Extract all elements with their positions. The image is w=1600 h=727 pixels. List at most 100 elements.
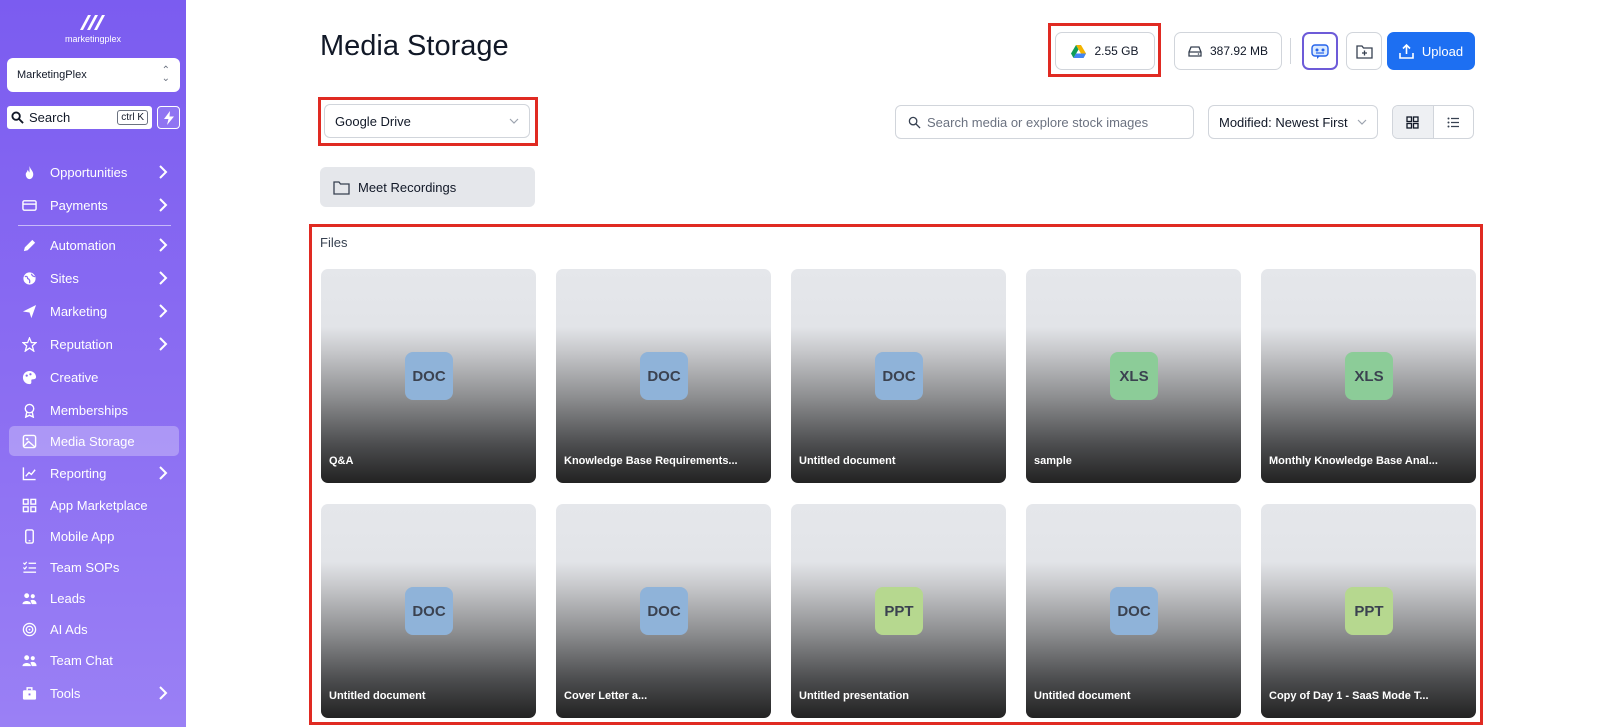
file-type-badge: DOC bbox=[405, 587, 453, 635]
sidebar-item-label: Reporting bbox=[50, 465, 107, 481]
file-card[interactable]: XLS sample bbox=[1026, 269, 1241, 483]
upload-icon bbox=[1399, 43, 1414, 59]
search-icon bbox=[11, 111, 24, 124]
target-icon bbox=[21, 621, 37, 637]
file-type-badge: PPT bbox=[875, 587, 923, 635]
grid-icon bbox=[21, 497, 37, 513]
folder-icon bbox=[333, 180, 350, 195]
file-card[interactable]: PPT Untitled presentation bbox=[791, 504, 1006, 718]
sidebar-item-label: Tools bbox=[50, 685, 81, 701]
sidebar-item-label: App Marketplace bbox=[50, 497, 148, 513]
chevron-right-icon bbox=[159, 686, 168, 700]
storage-source-value: Google Drive bbox=[335, 113, 411, 129]
local-usage-value: 387.92 MB bbox=[1209, 44, 1269, 58]
sort-select[interactable]: Modified: Newest First bbox=[1208, 105, 1378, 139]
send-icon bbox=[21, 303, 37, 319]
sidebar-item-label: Team Chat bbox=[50, 652, 113, 668]
sidebar-item-label: Opportunities bbox=[50, 164, 128, 180]
file-name: Untitled presentation bbox=[799, 690, 910, 702]
sidebar-item-mobile-app[interactable]: Mobile App bbox=[9, 521, 179, 551]
quick-action-button[interactable] bbox=[157, 106, 180, 129]
award-icon bbox=[21, 402, 37, 418]
media-search-placeholder: Search media or explore stock images bbox=[927, 114, 1149, 130]
file-card[interactable]: DOC Q&A bbox=[321, 269, 536, 483]
sidebar-item-app-marketplace[interactable]: App Marketplace bbox=[9, 490, 179, 520]
file-card[interactable]: PPT Copy of Day 1 - SaaS Mode T... bbox=[1261, 504, 1476, 718]
logo-icon bbox=[80, 15, 105, 30]
drive-usage-value: 2.55 GB bbox=[1094, 44, 1139, 58]
chevron-right-icon bbox=[159, 271, 168, 285]
users-icon bbox=[21, 652, 37, 668]
file-name: Untitled document bbox=[329, 690, 426, 702]
shortcut-hint: ctrl K bbox=[117, 110, 148, 125]
sidebar-item-label: Memberships bbox=[50, 402, 129, 418]
hard-drive-icon bbox=[1188, 45, 1202, 57]
image-icon bbox=[21, 433, 37, 449]
bot-icon bbox=[1311, 44, 1329, 59]
sidebar-item-marketing[interactable]: Marketing bbox=[9, 296, 179, 326]
sidebar-item-sites[interactable]: Sites bbox=[9, 263, 179, 293]
drive-usage-button[interactable]: 2.55 GB bbox=[1055, 32, 1155, 70]
sidebar-item-reputation[interactable]: Reputation bbox=[9, 329, 179, 359]
sidebar-item-memberships[interactable]: Memberships bbox=[9, 395, 179, 425]
upload-label: Upload bbox=[1421, 43, 1464, 59]
sidebar: marketingplex MarketingPlex ⌃ ⌄ Search ct… bbox=[0, 0, 186, 727]
file-card[interactable]: DOC Untitled document bbox=[1026, 504, 1241, 718]
sidebar-item-label: Mobile App bbox=[50, 528, 115, 544]
sidebar-item-label: Payments bbox=[50, 197, 108, 213]
list-view-button[interactable] bbox=[1434, 106, 1474, 138]
sidebar-item-opportunities[interactable]: Opportunities bbox=[9, 157, 179, 187]
chevron-right-icon bbox=[159, 238, 168, 252]
sidebar-item-label: AI Ads bbox=[50, 621, 88, 637]
globe-icon bbox=[21, 270, 37, 286]
account-switcher[interactable]: MarketingPlex ⌃ ⌄ bbox=[7, 58, 180, 92]
sidebar-item-media-storage[interactable]: Media Storage bbox=[9, 426, 179, 456]
palette-icon bbox=[21, 369, 37, 385]
sidebar-item-ai-ads[interactable]: AI Ads bbox=[9, 614, 179, 644]
flame-icon bbox=[21, 164, 37, 180]
sidebar-item-creative[interactable]: Creative bbox=[9, 362, 179, 392]
sidebar-item-team-sops[interactable]: Team SOPs bbox=[9, 552, 179, 582]
folder-item[interactable]: Meet Recordings bbox=[320, 167, 535, 207]
file-card[interactable]: DOC Untitled document bbox=[791, 269, 1006, 483]
chevron-right-icon bbox=[159, 337, 168, 351]
sidebar-item-label: Creative bbox=[50, 369, 99, 385]
chevron-right-icon bbox=[159, 466, 168, 480]
sort-value: Modified: Newest First bbox=[1219, 114, 1348, 130]
sidebar-item-team-chat[interactable]: Team Chat bbox=[9, 645, 179, 675]
list-icon bbox=[1447, 117, 1459, 127]
file-card[interactable]: DOC Untitled document bbox=[321, 504, 536, 718]
file-card[interactable]: DOC Cover Letter a... bbox=[556, 504, 771, 718]
new-folder-button[interactable] bbox=[1346, 32, 1382, 70]
briefcase-icon bbox=[21, 685, 37, 701]
storage-source-select[interactable]: Google Drive bbox=[324, 104, 530, 138]
sidebar-item-leads[interactable]: Leads bbox=[9, 583, 179, 613]
sidebar-item-payments[interactable]: Payments bbox=[9, 190, 179, 220]
sidebar-search-label: Search bbox=[29, 110, 71, 125]
account-name: MarketingPlex bbox=[17, 69, 87, 81]
media-search-input[interactable]: Search media or explore stock images bbox=[895, 105, 1194, 139]
sidebar-item-label: Sites bbox=[50, 270, 79, 286]
google-drive-icon bbox=[1071, 44, 1087, 58]
file-name: Copy of Day 1 - SaaS Mode T... bbox=[1269, 690, 1429, 702]
upload-button[interactable]: Upload bbox=[1387, 32, 1475, 70]
sidebar-item-label: Reputation bbox=[50, 336, 113, 352]
pencil-icon bbox=[21, 237, 37, 253]
local-storage-button[interactable]: 387.92 MB bbox=[1174, 32, 1282, 70]
grid-view-button[interactable] bbox=[1393, 106, 1434, 138]
sidebar-item-reporting[interactable]: Reporting bbox=[9, 458, 179, 488]
sidebar-item-label: Automation bbox=[50, 237, 116, 253]
sidebar-item-tools[interactable]: Tools bbox=[9, 678, 179, 708]
file-type-badge: DOC bbox=[875, 352, 923, 400]
logo[interactable]: marketingplex bbox=[0, 12, 186, 44]
sidebar-item-label: Media Storage bbox=[50, 433, 135, 449]
file-card[interactable]: XLS Monthly Knowledge Base Anal... bbox=[1261, 269, 1476, 483]
file-name: Untitled document bbox=[1034, 690, 1131, 702]
file-card[interactable]: DOC Knowledge Base Requirements... bbox=[556, 269, 771, 483]
file-name: Monthly Knowledge Base Anal... bbox=[1269, 455, 1438, 467]
folder-name: Meet Recordings bbox=[358, 179, 457, 195]
sidebar-search[interactable]: Search ctrl K bbox=[7, 106, 152, 129]
sidebar-item-automation[interactable]: Automation bbox=[9, 230, 179, 260]
chevron-updown-icon: ⌃ ⌄ bbox=[161, 65, 170, 84]
ai-assistant-button[interactable] bbox=[1302, 32, 1338, 70]
